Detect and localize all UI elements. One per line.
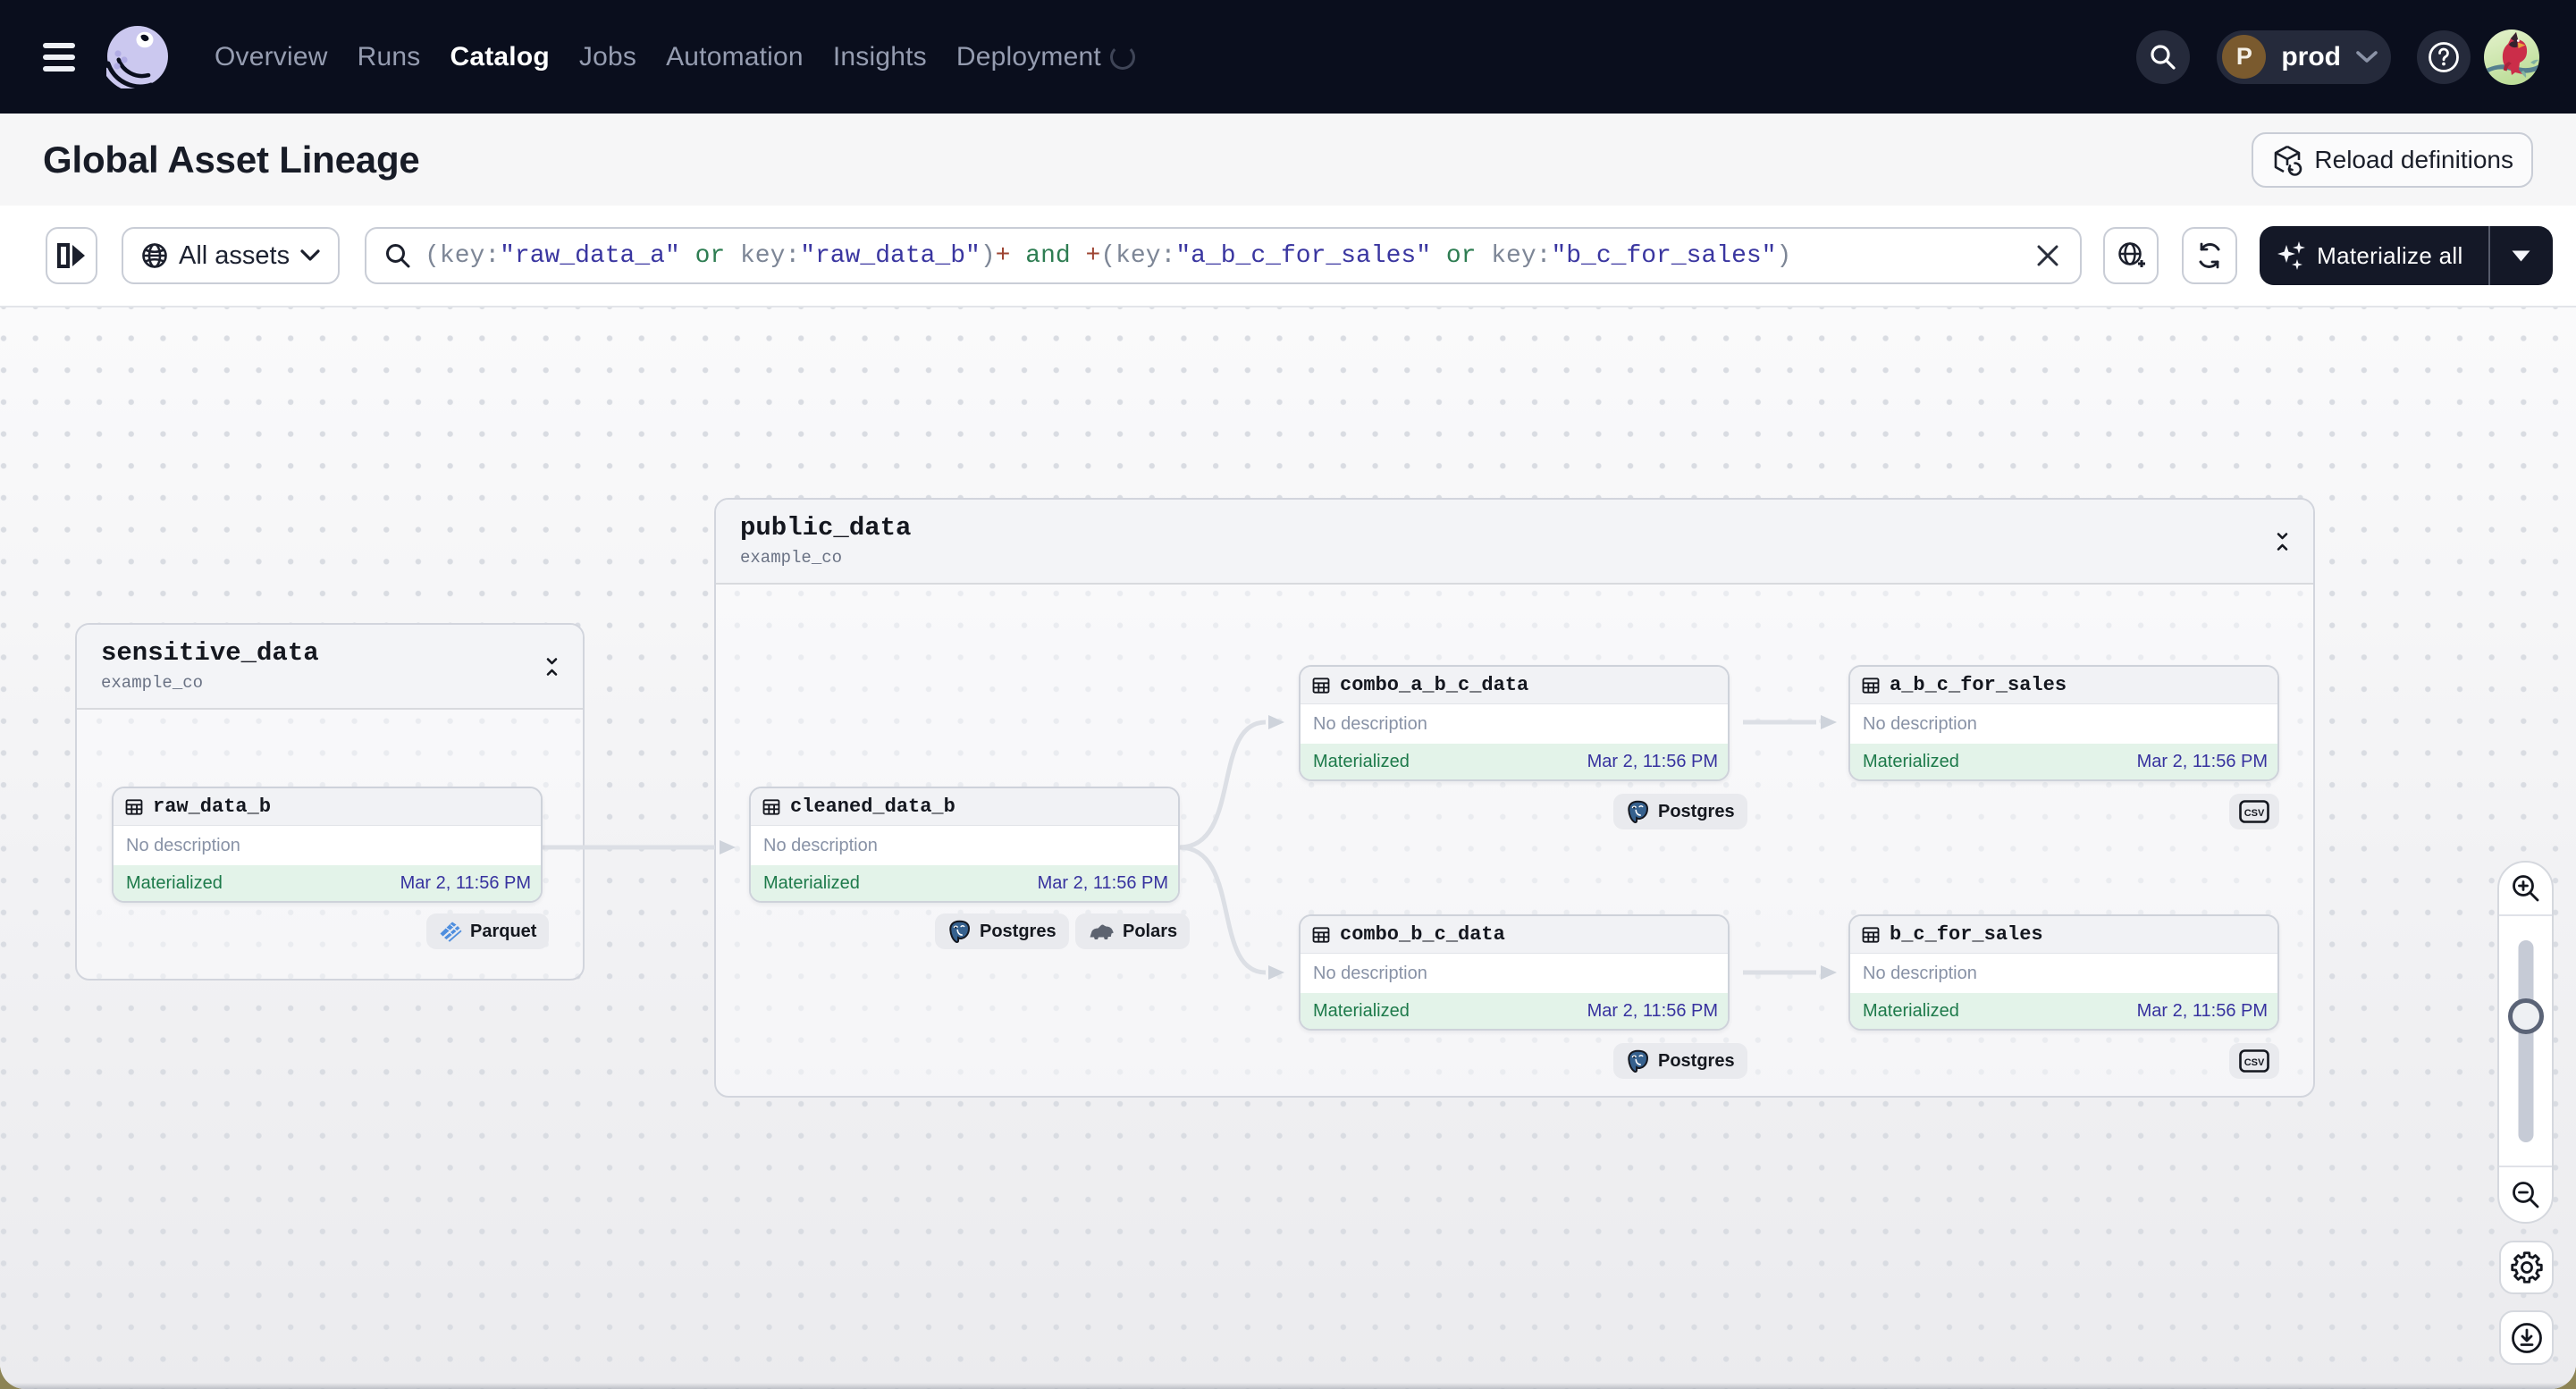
svg-text:CSV: CSV <box>2244 1057 2265 1068</box>
svg-text:CSV: CSV <box>2244 808 2265 819</box>
